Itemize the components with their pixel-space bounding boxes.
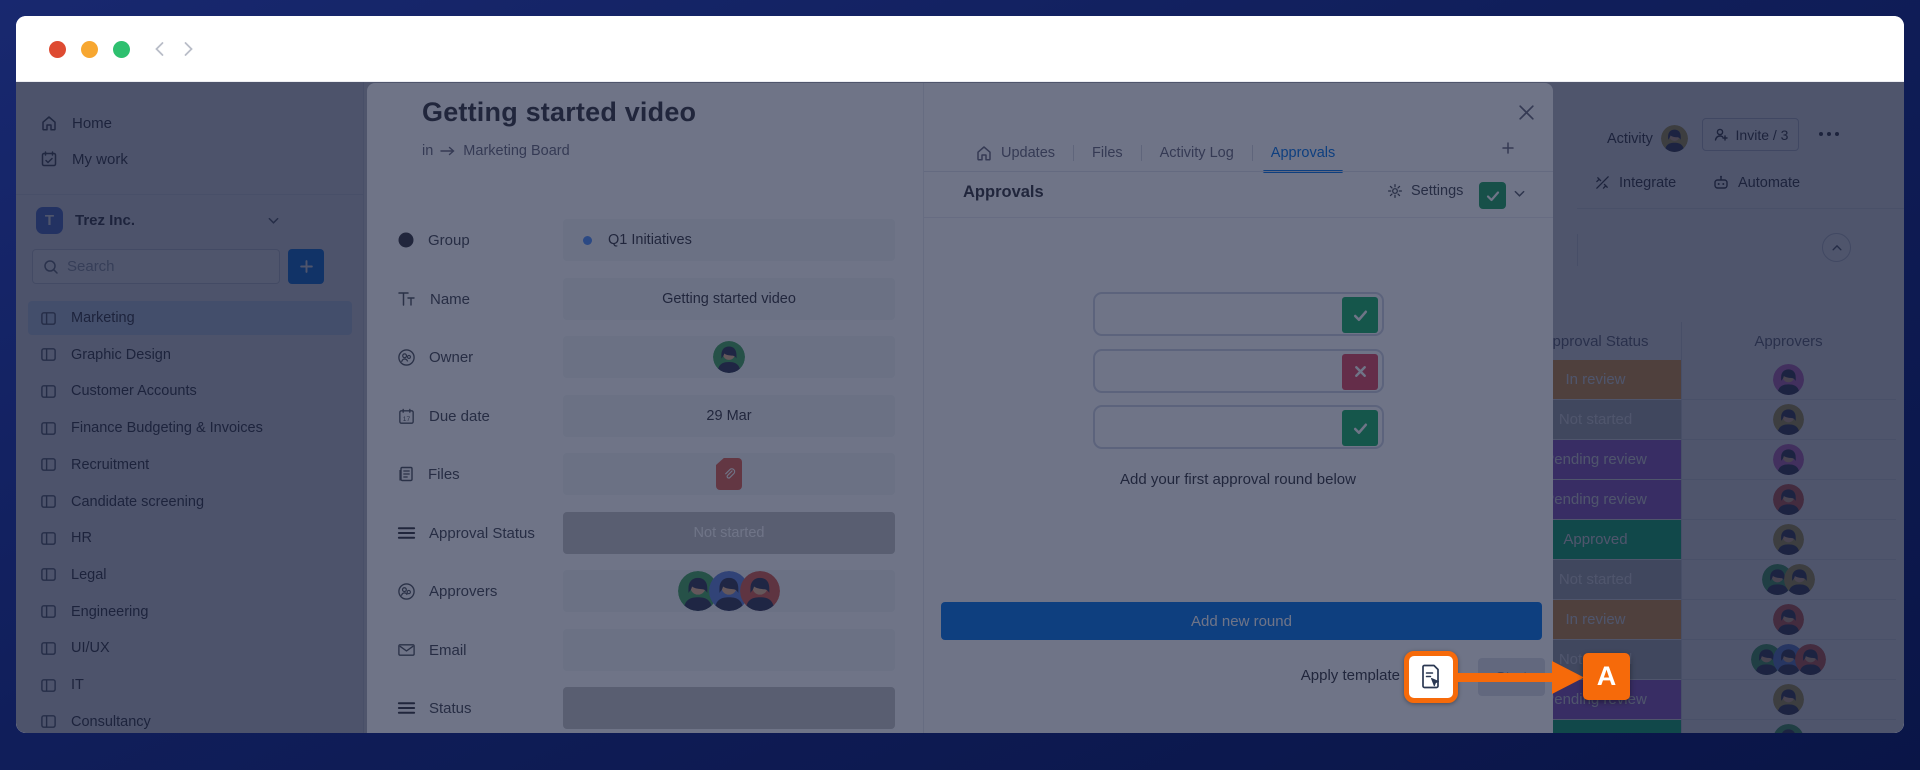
apply-template-button[interactable] bbox=[1404, 651, 1458, 703]
nav-back-icon[interactable] bbox=[150, 39, 170, 64]
minimize-window-button[interactable] bbox=[81, 41, 98, 58]
tour-arrow bbox=[1456, 657, 1586, 702]
tour-step-badge: A bbox=[1583, 653, 1630, 700]
apply-template-icon bbox=[1419, 663, 1443, 691]
window-chrome bbox=[16, 16, 1904, 82]
app-window: HomeMy work T Trez Inc. MarketingGraphic… bbox=[16, 16, 1904, 733]
close-window-button[interactable] bbox=[49, 41, 66, 58]
zoom-window-button[interactable] bbox=[113, 41, 130, 58]
app-content: HomeMy work T Trez Inc. MarketingGraphic… bbox=[16, 82, 1904, 733]
nav-forward-icon[interactable] bbox=[178, 39, 198, 64]
tour-overlay bbox=[16, 82, 1904, 733]
